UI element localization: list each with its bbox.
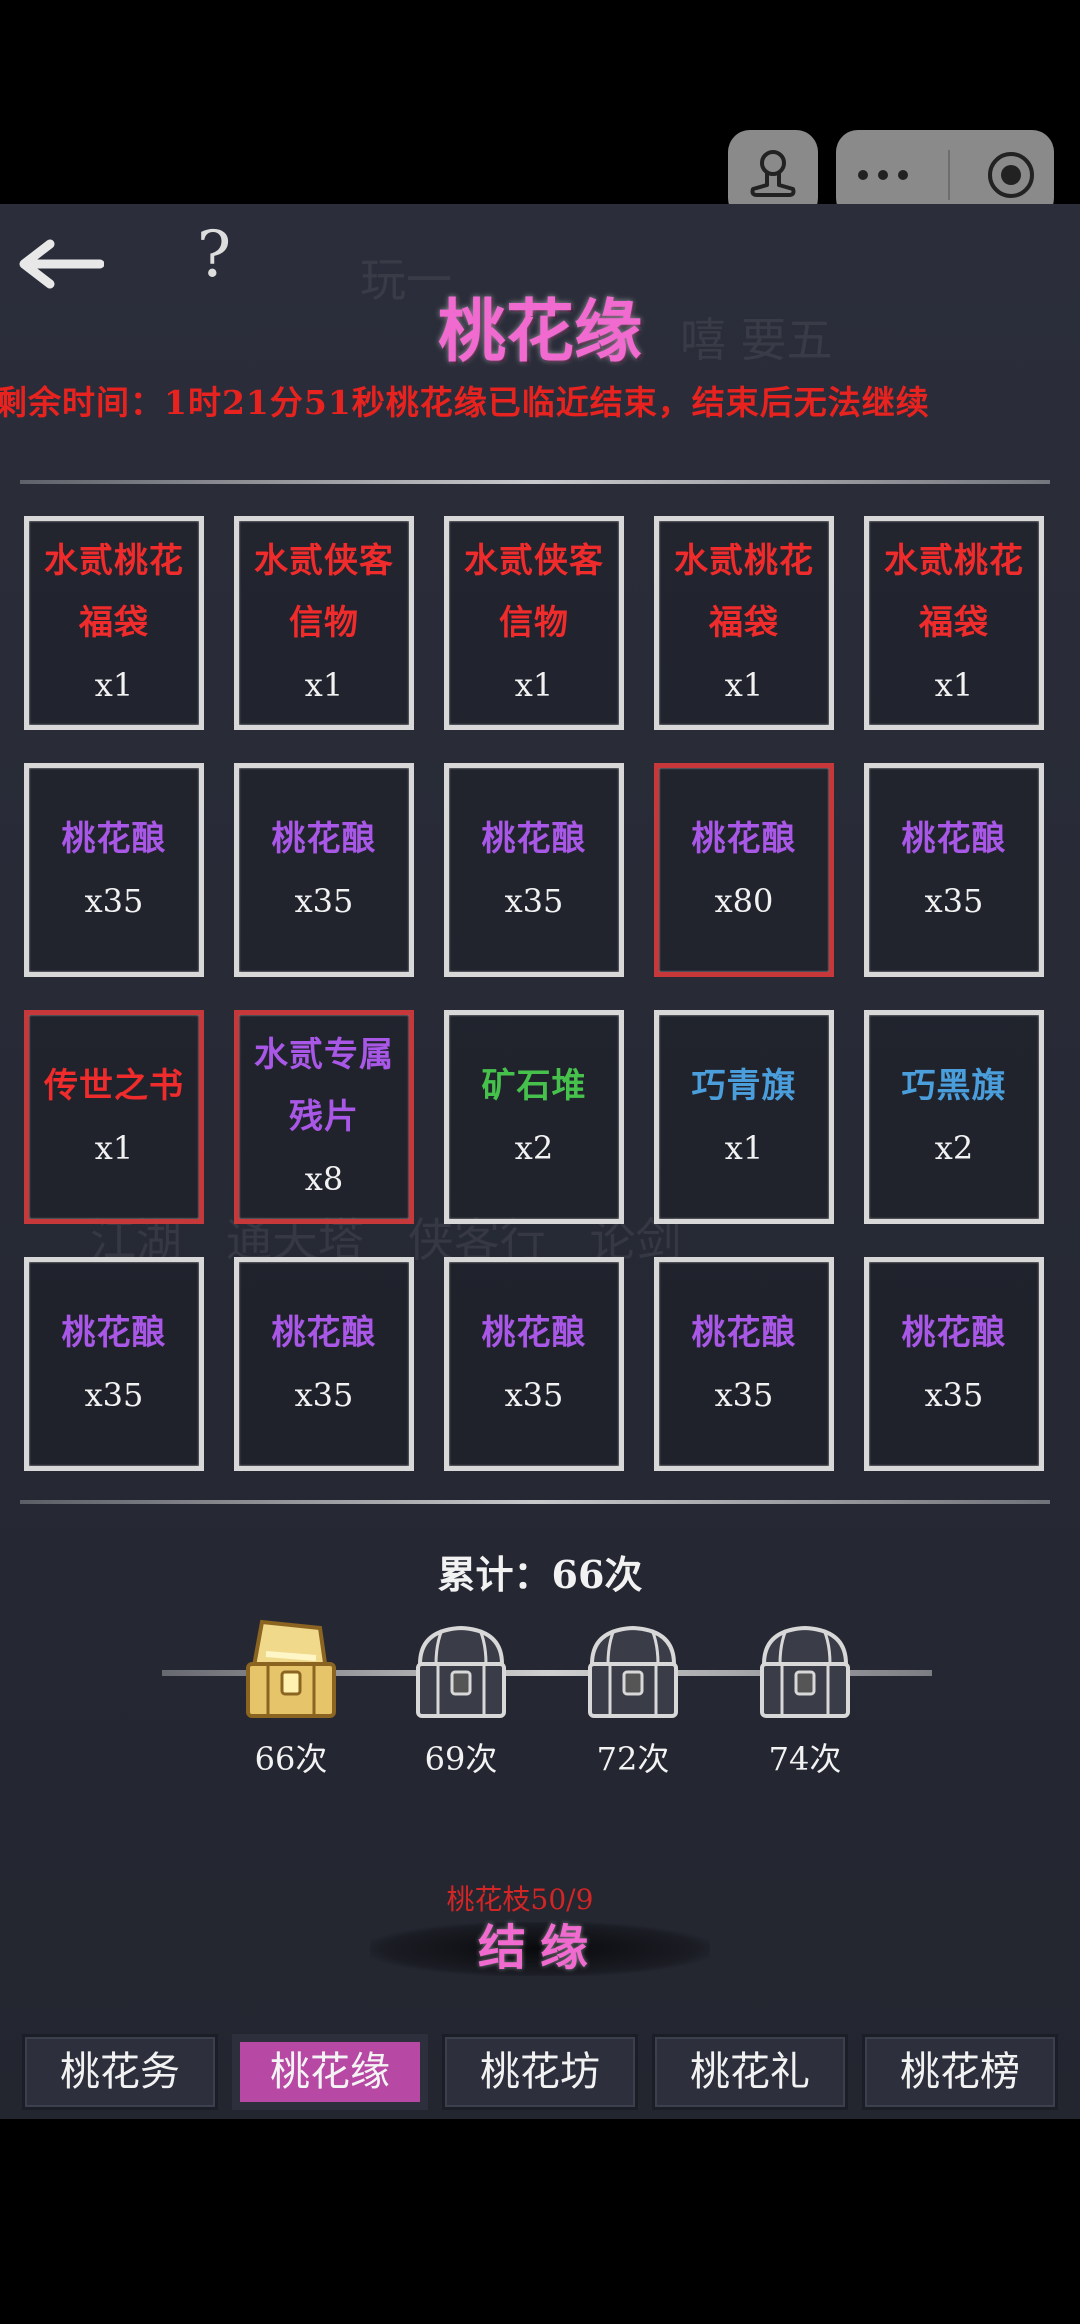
reward-quantity: x35 (714, 1376, 774, 1414)
reward-quantity: x35 (504, 1376, 564, 1414)
reward-name: 桃花酿 (691, 819, 797, 859)
reward-name-line2: 福袋 (79, 603, 149, 643)
milestone-label: 72次 (596, 1740, 670, 1778)
bottom-tab-bar: 桃花务 桃花缘 桃花坊 桃花礼 桃花榜 (22, 2034, 1062, 2114)
reward-slot[interactable]: 水贰侠客信物 x1 (234, 516, 414, 730)
capsule-divider (947, 150, 950, 200)
reward-name: 桃花酿 (901, 819, 1007, 859)
reward-name: 桃花酿 (481, 819, 587, 859)
reward-quantity: x80 (714, 882, 774, 920)
reward-quantity: x35 (294, 882, 354, 920)
reward-name: 水贰桃花 (884, 541, 1024, 581)
reward-slot[interactable]: 桃花酿 x35 (654, 1257, 834, 1471)
game-screen: 玩一 嘻 要五 江湖 通天塔 侠客行 论剑 ? 桃花缘 剩余时间：1时21分51… (0, 204, 1080, 2119)
reward-slot[interactable]: 巧青旗 x1 (654, 1010, 834, 1224)
mini-program-person-icon (750, 150, 796, 197)
reward-name: 水贰侠客 (464, 541, 604, 581)
more-dots-icon[interactable] (853, 165, 913, 185)
tab-5[interactable]: 桃花榜 (862, 2034, 1058, 2110)
reward-quantity: x1 (514, 666, 554, 704)
bind-fate-button[interactable]: 结缘 (370, 1912, 710, 1982)
tab-4[interactable]: 桃花礼 (652, 2034, 848, 2110)
milestone-label: 69次 (424, 1740, 498, 1778)
reward-quantity: x2 (934, 1129, 974, 1167)
reward-name: 矿石堆 (481, 1066, 587, 1106)
reward-slot[interactable]: 桃花酿 x35 (234, 1257, 414, 1471)
reward-quantity: x1 (304, 666, 344, 704)
reward-slot[interactable]: 传世之书 x1 (24, 1010, 204, 1224)
reward-quantity: x35 (84, 1376, 144, 1414)
reward-name-line2: 残片 (289, 1097, 359, 1137)
reward-slot[interactable]: 水贰桃花福袋 x1 (24, 516, 204, 730)
reward-name-line2: 福袋 (919, 603, 989, 643)
reward-quantity: x35 (924, 1376, 984, 1414)
draw-counter: 累计：66次 (437, 1552, 643, 1597)
treasure-chest-icon[interactable] (578, 1614, 688, 1726)
reward-name: 桃花酿 (691, 1313, 797, 1353)
treasure-chest-icon[interactable] (406, 1614, 516, 1726)
page-title: 桃花缘 (437, 292, 642, 372)
reward-name-line2: 信物 (499, 603, 569, 643)
reward-slot[interactable]: 桃花酿 x35 (24, 763, 204, 977)
tab-1[interactable]: 桃花务 (22, 2034, 218, 2110)
time-remaining-notice: 剩余时间：1时21分51秒桃花缘已临近结束，结束后无法继续 (0, 383, 930, 422)
reward-name: 水贰侠客 (254, 541, 394, 581)
reward-quantity: x35 (84, 882, 144, 920)
reward-name: 桃花酿 (481, 1313, 587, 1353)
reward-name: 水贰桃花 (674, 541, 814, 581)
reward-slot[interactable]: 矿石堆 x2 (444, 1010, 624, 1224)
reward-slot[interactable]: 桃花酿 x35 (864, 1257, 1044, 1471)
reward-slot[interactable]: 水贰桃花福袋 x1 (654, 516, 834, 730)
reward-slot[interactable]: 水贰侠客信物 x1 (444, 516, 624, 730)
reward-slot[interactable]: 桃花酿 x80 (654, 763, 834, 977)
reward-slot[interactable]: 巧黑旗 x2 (864, 1010, 1044, 1224)
reward-name-line2: 福袋 (709, 603, 779, 643)
reward-quantity: x35 (294, 1376, 354, 1414)
reward-name: 桃花酿 (61, 1313, 167, 1353)
reward-name: 巧黑旗 (901, 1066, 1007, 1106)
reward-slot[interactable]: 桃花酿 x35 (444, 763, 624, 977)
reward-name: 水贰桃花 (44, 541, 184, 581)
reward-quantity: x2 (514, 1129, 554, 1167)
reward-slot[interactable]: 水贰专属残片 x8 (234, 1010, 414, 1224)
reward-quantity: x1 (724, 666, 764, 704)
reward-slot[interactable]: 水贰桃花福袋 x1 (864, 516, 1044, 730)
reward-name: 水贰专属 (254, 1035, 394, 1075)
tab-2[interactable]: 桃花缘 (232, 2034, 428, 2110)
milestone-label: 74次 (768, 1740, 842, 1778)
reward-quantity: x1 (724, 1129, 764, 1167)
reward-quantity: x8 (304, 1160, 344, 1198)
treasure-chest-icon[interactable] (750, 1614, 860, 1726)
reward-quantity: x1 (94, 1129, 134, 1167)
reward-slot[interactable]: 桃花酿 x35 (24, 1257, 204, 1471)
reward-slot[interactable]: 桃花酿 x35 (234, 763, 414, 977)
reward-quantity: x35 (924, 882, 984, 920)
reward-name: 桃花酿 (901, 1313, 1007, 1353)
reward-quantity: x35 (504, 882, 564, 920)
reward-name: 巧青旗 (691, 1066, 797, 1106)
milestone-label: 66次 (254, 1740, 328, 1778)
divider-bottom (20, 1500, 1050, 1504)
divider-top (20, 480, 1050, 484)
reward-name: 桃花酿 (271, 1313, 377, 1353)
reward-quantity: x1 (934, 666, 974, 704)
bind-fate-label: 结缘 (477, 1920, 602, 1976)
reward-name: 传世之书 (44, 1066, 184, 1106)
tab-3[interactable]: 桃花坊 (442, 2034, 638, 2110)
reward-name-line2: 信物 (289, 603, 359, 643)
reward-slot[interactable]: 桃花酿 x35 (444, 1257, 624, 1471)
close-target-icon[interactable] (985, 149, 1037, 201)
reward-name: 桃花酿 (61, 819, 167, 859)
reward-quantity: x1 (94, 666, 134, 704)
reward-slot[interactable]: 桃花酿 x35 (864, 763, 1044, 977)
treasure-chest-icon[interactable] (236, 1614, 346, 1726)
reward-name: 桃花酿 (271, 819, 377, 859)
